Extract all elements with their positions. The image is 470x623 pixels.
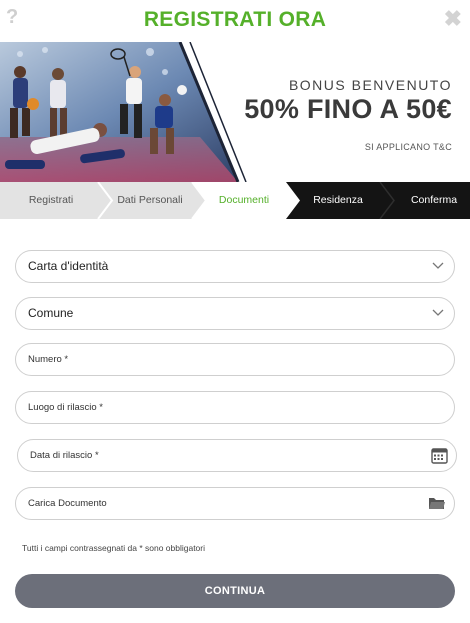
document-number-input[interactable]: Numero * (15, 343, 455, 376)
document-upload-placeholder: Carica Documento (28, 498, 107, 509)
document-type-value: Carta d'identità (28, 259, 109, 273)
issue-place-placeholder: Luogo di rilascio * (28, 402, 103, 413)
document-number-placeholder: Numero * (28, 354, 69, 365)
municipality-select[interactable]: Comune (15, 297, 455, 330)
step-dati-personali[interactable]: Dati Personali (102, 182, 198, 219)
chevron-down-icon (432, 262, 444, 269)
step-documenti: Documenti (218, 194, 270, 206)
registration-steps: Registrati Dati Personali Documenti Resi… (0, 182, 470, 219)
promo-banner[interactable]: BONUS BENVENUTO 50% FINO A 50€ SI APPLIC… (0, 42, 470, 182)
step-registrati[interactable]: Registrati (0, 182, 102, 219)
header-bar: ? REGISTRATI ORA ✖ (0, 0, 470, 42)
terms-apply: SI APPLICANO T&C (364, 142, 452, 152)
municipality-value: Comune (28, 306, 74, 320)
bonus-amount: 50% FINO A 50€ (244, 94, 452, 124)
document-type-select[interactable]: Carta d'identità (15, 250, 455, 283)
required-fields-note: Tutti i campi contrassegnati da * sono o… (22, 543, 206, 553)
issue-date-input[interactable]: Data di rilascio * (17, 439, 457, 472)
calendar-icon[interactable] (431, 447, 448, 464)
issue-place-input[interactable]: Luogo di rilascio * (15, 391, 455, 424)
chevron-down-icon (432, 309, 444, 316)
sports-players-image (0, 42, 247, 182)
step-conferma: Conferma (410, 194, 458, 206)
continue-button[interactable]: CONTINUA (15, 574, 455, 608)
close-icon[interactable]: ✖ (444, 6, 462, 32)
folder-icon[interactable] (428, 495, 446, 511)
bonus-title: BONUS BENVENUTO (288, 77, 452, 93)
issue-date-placeholder: Data di rilascio * (30, 450, 99, 461)
step-residenza: Residenza (313, 194, 363, 206)
document-upload-input[interactable]: Carica Documento (15, 487, 455, 520)
page-title: REGISTRATI ORA (143, 8, 327, 31)
